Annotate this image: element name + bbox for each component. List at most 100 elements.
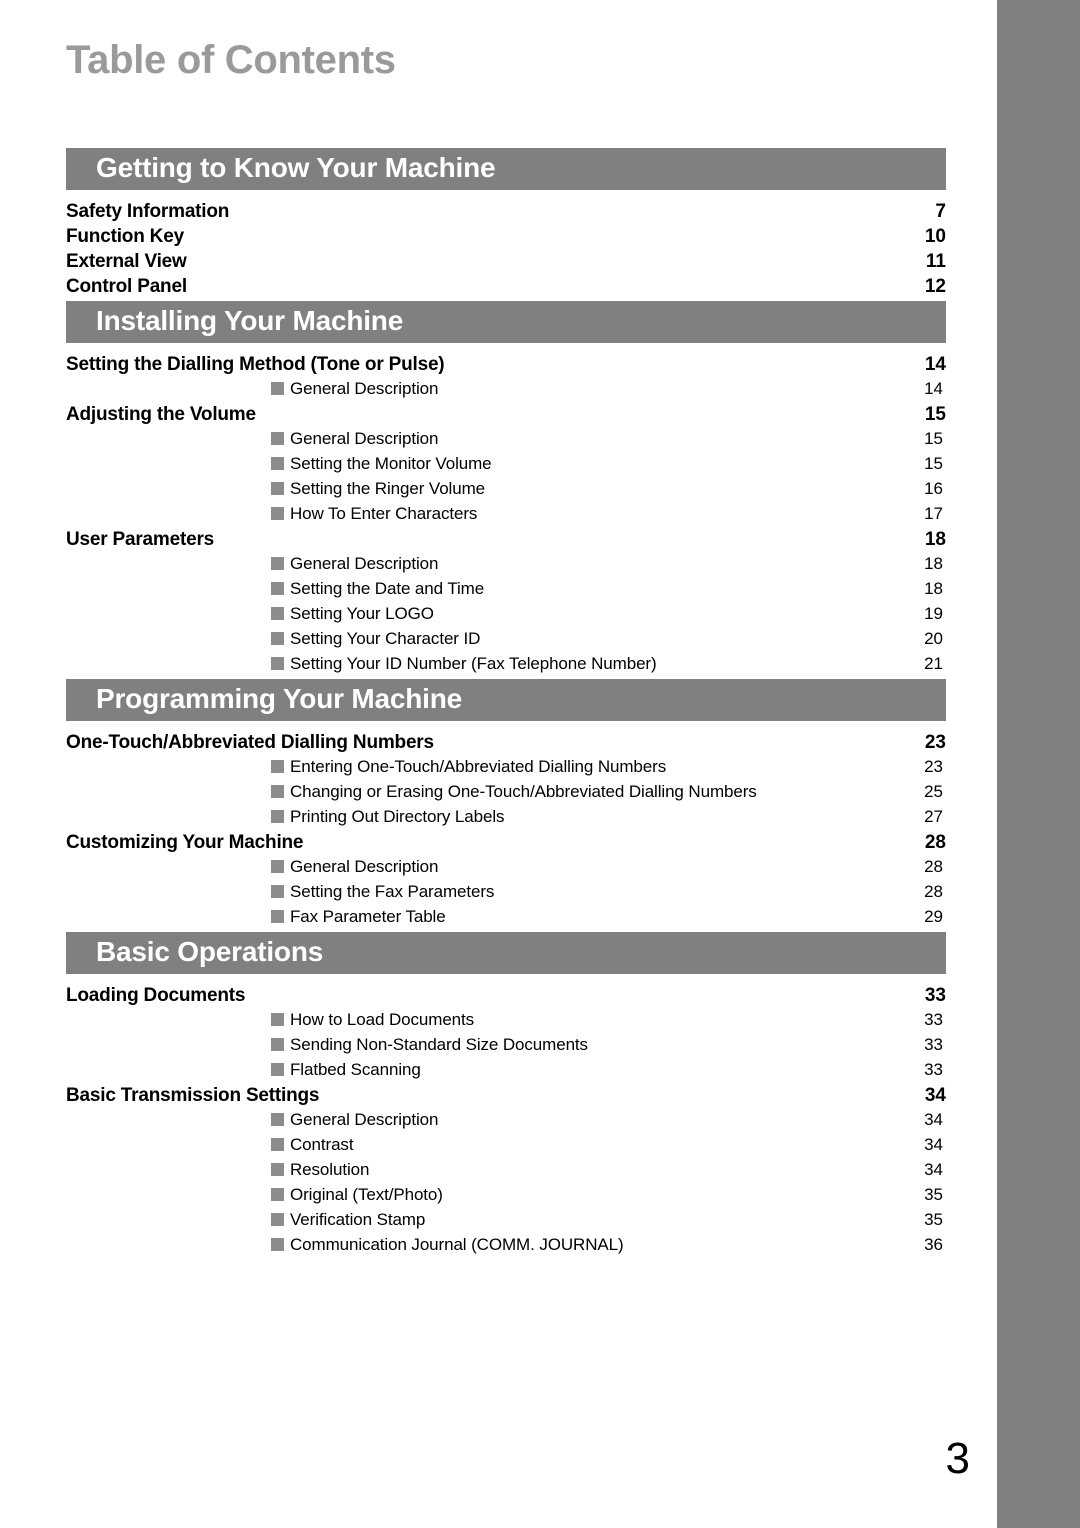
toc-entry-label: Setting the Dialling Method (Tone or Pul… — [66, 354, 445, 375]
toc-entry-label: How To Enter Characters — [290, 504, 478, 523]
toc-entry-page-number: 29 — [924, 907, 943, 926]
toc-entry-page-number: 15 — [924, 454, 943, 473]
toc-subentry[interactable]: General Description 28 — [66, 857, 946, 882]
toc-entry[interactable]: One-Touch/Abbreviated Dialling Numbers 23 — [66, 732, 946, 757]
toc-subentry[interactable]: Setting Your LOGO 19 — [66, 604, 946, 629]
toc-entry-label: Loading Documents — [66, 985, 246, 1006]
section-heading-bar: Installing Your Machine — [66, 301, 946, 343]
toc-entry[interactable]: Adjusting the Volume 15 — [66, 404, 946, 429]
toc-entry[interactable]: Loading Documents 33 — [66, 985, 946, 1010]
toc-subentry[interactable]: Setting the Ringer Volume 16 — [66, 479, 946, 504]
toc-entry-page-number: 10 — [924, 226, 946, 247]
toc-entry[interactable]: Function Key 10 — [66, 226, 946, 251]
toc-subentry[interactable]: Changing or Erasing One-Touch/Abbreviate… — [66, 782, 946, 807]
toc-entry[interactable]: User Parameters 18 — [66, 529, 946, 554]
toc-entry-page-number: 33 — [924, 1060, 943, 1079]
toc-subentry[interactable]: Setting Your ID Number (Fax Telephone Nu… — [66, 654, 946, 679]
toc-entry-page-number: 28 — [924, 857, 943, 876]
toc-subentry[interactable]: Communication Journal (COMM. JOURNAL) 36 — [66, 1235, 946, 1260]
toc-subentry[interactable]: Setting Your Character ID 20 — [66, 629, 946, 654]
toc-entry-page-number: 23 — [924, 757, 943, 776]
toc-subentry[interactable]: General Description 34 — [66, 1110, 946, 1135]
toc-entry[interactable]: Safety Information 7 — [66, 201, 946, 226]
square-bullet-icon — [271, 1013, 284, 1026]
toc-entry-page-number: 36 — [924, 1235, 943, 1254]
toc-entry-label: Control Panel — [66, 276, 187, 297]
toc-subentry[interactable]: Sending Non-Standard Size Documents 33 — [66, 1035, 946, 1060]
toc-entry[interactable]: Customizing Your Machine 28 — [66, 832, 946, 857]
table-of-contents: Getting to Know Your Machine Safety Infor… — [66, 148, 946, 1260]
square-bullet-icon — [271, 1113, 284, 1126]
toc-entry-label: Safety Information — [66, 201, 230, 222]
toc-entry-label: User Parameters — [66, 529, 215, 550]
section-heading-bar: Programming Your Machine — [66, 679, 946, 721]
document-page: Table of Contents Getting to Know Your M… — [0, 0, 997, 1528]
toc-entry-label: Setting the Date and Time — [290, 579, 485, 598]
square-bullet-icon — [271, 1213, 284, 1226]
section-heading-label: Basic Operations — [96, 936, 324, 967]
toc-entry-label: Adjusting the Volume — [66, 404, 256, 425]
toc-section: Basic Operations Loading Documents 33 How t… — [66, 932, 946, 1260]
toc-subentry[interactable]: General Description 14 — [66, 379, 946, 404]
toc-entry-page-number: 18 — [924, 554, 943, 573]
section-heading-label: Installing Your Machine — [96, 305, 404, 336]
toc-subentry[interactable]: Original (Text/Photo) 35 — [66, 1185, 946, 1210]
section-heading-bar: Getting to Know Your Machine — [66, 148, 946, 190]
toc-entry-label: Setting the Monitor Volume — [290, 454, 492, 473]
toc-entry-label: Setting Your Character ID — [290, 629, 481, 648]
toc-entry-label: General Description — [290, 429, 439, 448]
toc-entry[interactable]: Setting the Dialling Method (Tone or Pul… — [66, 354, 946, 379]
toc-subentry[interactable]: Flatbed Scanning 33 — [66, 1060, 946, 1085]
toc-subentry[interactable]: General Description 15 — [66, 429, 946, 454]
toc-entry-label: Setting Your ID Number (Fax Telephone Nu… — [290, 654, 657, 673]
toc-subentry[interactable]: Contrast 34 — [66, 1135, 946, 1160]
toc-entry[interactable]: Basic Transmission Settings 34 — [66, 1085, 946, 1110]
square-bullet-icon — [271, 860, 284, 873]
toc-entry[interactable]: External View 11 — [66, 251, 946, 276]
toc-entry-label: Fax Parameter Table — [290, 907, 446, 926]
toc-entry[interactable]: Control Panel 12 — [66, 276, 946, 301]
toc-subentry[interactable]: Setting the Fax Parameters 28 — [66, 882, 946, 907]
toc-subentry[interactable]: Verification Stamp 35 — [66, 1210, 946, 1235]
square-bullet-icon — [271, 1188, 284, 1201]
toc-entry-page-number: 19 — [924, 604, 943, 623]
square-bullet-icon — [271, 432, 284, 445]
toc-entry-label: Resolution — [290, 1160, 370, 1179]
square-bullet-icon — [271, 760, 284, 773]
toc-entry-label: Verification Stamp — [290, 1210, 426, 1229]
square-bullet-icon — [271, 507, 284, 520]
square-bullet-icon — [271, 1138, 284, 1151]
toc-entry-page-number: 35 — [924, 1210, 943, 1229]
toc-entry-page-number: 15 — [924, 404, 946, 425]
toc-subentry[interactable]: Printing Out Directory Labels 27 — [66, 807, 946, 832]
toc-entry-page-number: 17 — [924, 504, 943, 523]
toc-subentry[interactable]: Setting the Date and Time 18 — [66, 579, 946, 604]
toc-section: Installing Your Machine Setting the Diall… — [66, 301, 946, 679]
toc-entry-label: Setting the Ringer Volume — [290, 479, 486, 498]
square-bullet-icon — [271, 607, 284, 620]
toc-subentry[interactable]: How to Load Documents 33 — [66, 1010, 946, 1035]
square-bullet-icon — [271, 1038, 284, 1051]
toc-section: Getting to Know Your Machine Safety Infor… — [66, 148, 946, 301]
toc-subentry[interactable]: Fax Parameter Table 29 — [66, 907, 946, 932]
toc-entry-page-number: 28 — [924, 832, 946, 853]
toc-entry-page-number: 21 — [924, 654, 943, 673]
toc-entry-label: General Description — [290, 554, 439, 573]
toc-entry-page-number: 18 — [924, 529, 946, 550]
square-bullet-icon — [271, 382, 284, 395]
toc-subentry[interactable]: Setting the Monitor Volume 15 — [66, 454, 946, 479]
toc-subentry[interactable]: Entering One-Touch/Abbreviated Dialling … — [66, 757, 946, 782]
square-bullet-icon — [271, 810, 284, 823]
right-margin-bar — [997, 0, 1080, 1528]
toc-entry-label: General Description — [290, 1110, 439, 1129]
toc-entry-page-number: 16 — [924, 479, 943, 498]
toc-entry-label: Entering One-Touch/Abbreviated Dialling … — [290, 757, 667, 776]
toc-entry-label: Communication Journal (COMM. JOURNAL) — [290, 1235, 624, 1254]
toc-subentry[interactable]: How To Enter Characters 17 — [66, 504, 946, 529]
toc-entry-page-number: 7 — [935, 201, 946, 222]
square-bullet-icon — [271, 582, 284, 595]
toc-entry-page-number: 33 — [924, 1010, 943, 1029]
toc-subentry[interactable]: General Description 18 — [66, 554, 946, 579]
toc-subentry[interactable]: Resolution 34 — [66, 1160, 946, 1185]
page-title: Table of Contents — [66, 38, 396, 82]
